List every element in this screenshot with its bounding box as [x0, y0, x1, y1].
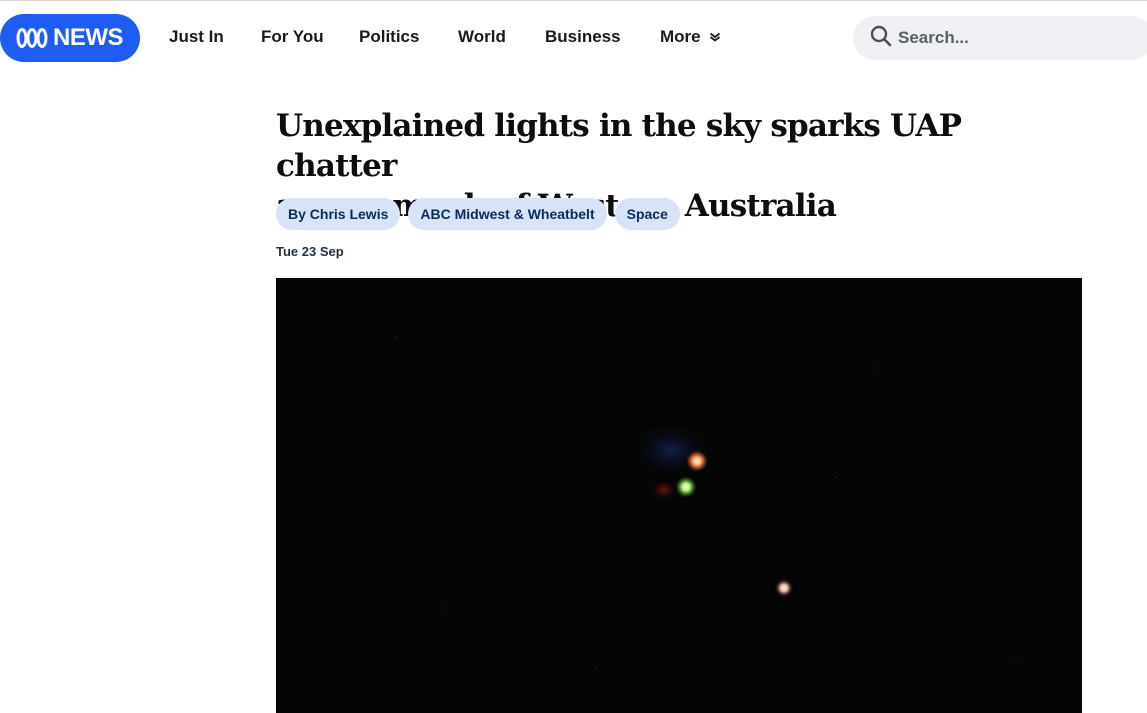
abc-lissajous-icon: [16, 27, 48, 49]
tag-region[interactable]: ABC Midwest & Wheatbelt: [408, 198, 607, 230]
search-input[interactable]: [898, 28, 1118, 48]
tag-topic[interactable]: Space: [614, 198, 680, 230]
headline-line-1: Unexplained lights in the sky sparks UAP…: [276, 108, 962, 184]
article-date: Tue 23 Sep: [276, 244, 344, 259]
site-header: NEWS Just In For You Politics World Busi…: [0, 0, 1147, 76]
tag-author[interactable]: By Chris Lewis: [276, 198, 401, 230]
nav-item-for-you[interactable]: For You: [261, 27, 324, 47]
search-icon: [870, 25, 892, 52]
search-bar[interactable]: [853, 16, 1147, 60]
nav-item-just-in[interactable]: Just In: [169, 27, 224, 47]
nav-item-more[interactable]: More: [660, 27, 721, 47]
nav-item-world[interactable]: World: [458, 27, 506, 47]
nav-more-label: More: [660, 27, 701, 46]
nav-item-business[interactable]: Business: [545, 27, 621, 47]
abc-news-logo[interactable]: NEWS: [0, 14, 140, 62]
logo-text: NEWS: [53, 24, 124, 51]
night-sky-lights-image: [276, 278, 1082, 713]
nav-item-politics[interactable]: Politics: [359, 27, 419, 47]
chevron-down-icon: [709, 27, 721, 47]
article-tags: By Chris Lewis ABC Midwest & Wheatbelt S…: [276, 198, 680, 230]
hero-image[interactable]: [276, 278, 1082, 713]
